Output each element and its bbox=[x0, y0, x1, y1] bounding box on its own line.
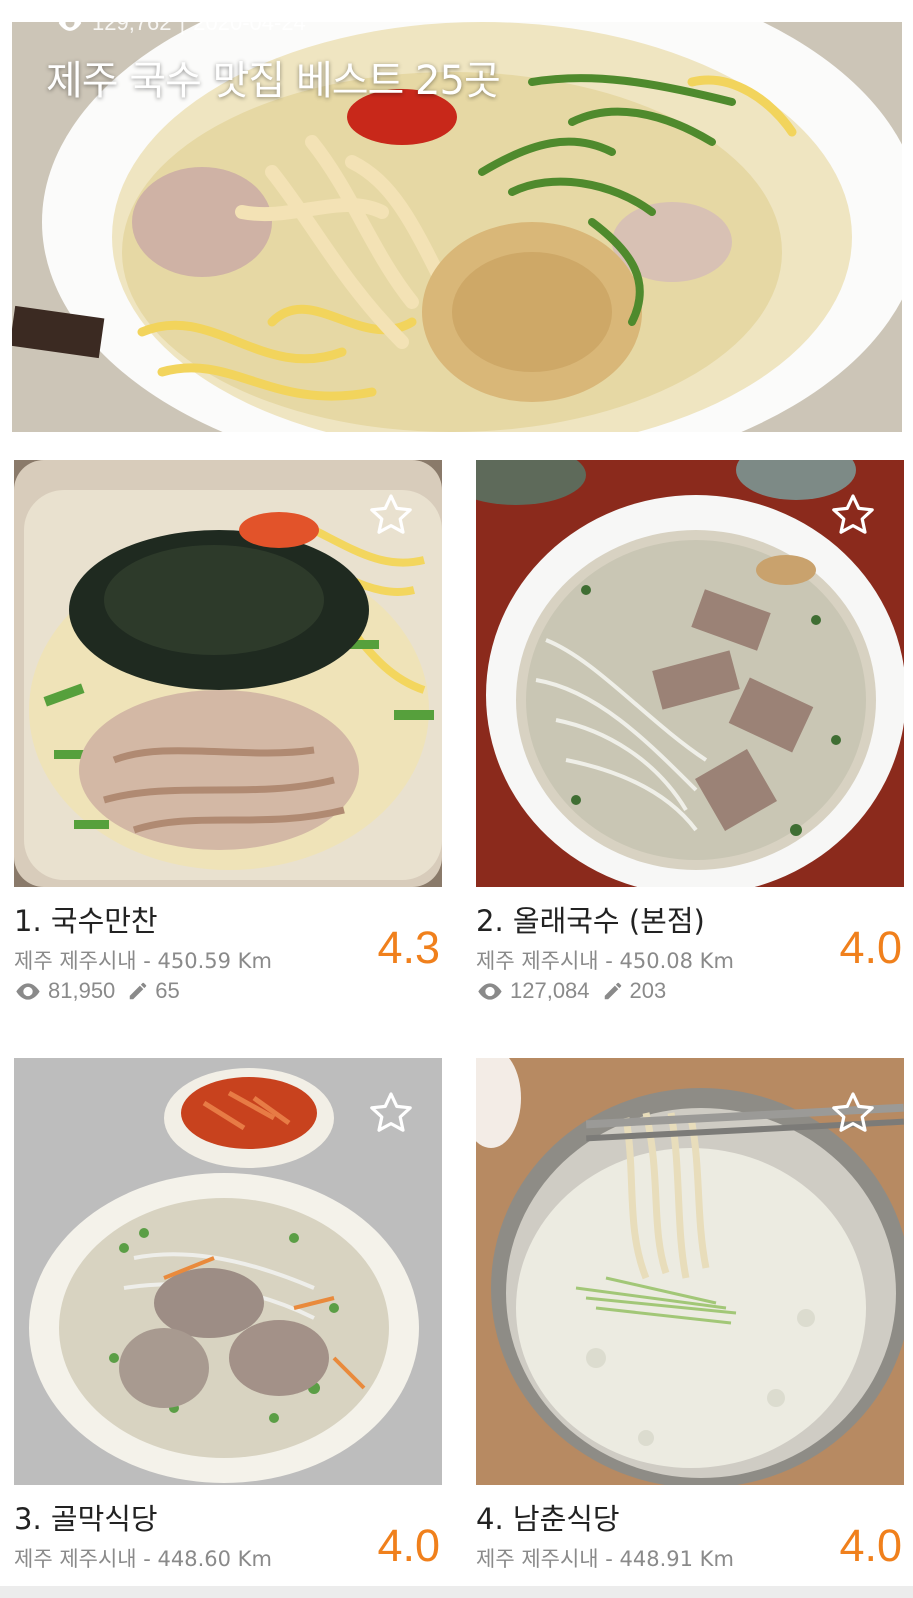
restaurant-card-2[interactable]: 2. 올래국수 (본점) 제주 제주시내 - 450.08 Km 127,084… bbox=[476, 460, 904, 1003]
restaurant-location: 제주 제주시내 - 450.08 Km bbox=[476, 949, 734, 973]
hero-date: 2020-04-24 bbox=[193, 22, 306, 35]
hero-banner[interactable]: 129,762 | 2020-04-24 제주 국수 맛집 베스트 25곳 bbox=[12, 22, 902, 432]
review-count: 65 bbox=[155, 978, 180, 1003]
hero-meta: 129,762 | 2020-04-24 bbox=[56, 22, 306, 36]
favorite-button[interactable] bbox=[828, 1088, 878, 1138]
hero-meta-separator: | bbox=[179, 22, 186, 35]
eye-icon bbox=[58, 22, 82, 31]
favorite-button[interactable] bbox=[828, 490, 878, 540]
star-outline-icon bbox=[832, 1092, 874, 1132]
restaurant-name[interactable]: 4. 남춘식당 bbox=[476, 1496, 620, 1538]
restaurant-name[interactable]: 3. 골막식당 bbox=[14, 1496, 158, 1538]
restaurant-location: 제주 제주시내 - 448.91 Km bbox=[476, 1547, 734, 1571]
star-outline-icon bbox=[370, 1092, 412, 1132]
favorite-button[interactable] bbox=[366, 1088, 416, 1138]
pencil-icon bbox=[130, 982, 147, 1000]
pencil-icon bbox=[604, 982, 621, 1000]
restaurant-photo[interactable] bbox=[476, 460, 904, 887]
review-count: 203 bbox=[629, 978, 667, 1003]
restaurant-card-4[interactable]: 4. 남춘식당 제주 제주시내 - 448.91 Km 4.0 bbox=[476, 1058, 904, 1571]
restaurant-card-3[interactable]: 3. 골막식당 제주 제주시내 - 448.60 Km 4.0 bbox=[14, 1058, 442, 1571]
restaurant-location: 제주 제주시내 - 450.59 Km bbox=[14, 949, 272, 973]
favorite-button[interactable] bbox=[366, 490, 416, 540]
rating-score: 4.0 bbox=[839, 922, 902, 973]
bottom-edge bbox=[0, 1586, 913, 1598]
restaurant-photo[interactable] bbox=[476, 1058, 904, 1485]
restaurant-stats: 81,950 65 bbox=[14, 978, 180, 1004]
restaurant-card-1[interactable]: 1. 국수만찬 제주 제주시내 - 450.59 Km 81,950 65 4.… bbox=[14, 460, 442, 1003]
restaurant-stats: 127,084 203 bbox=[476, 978, 666, 1004]
rating-score: 4.3 bbox=[377, 922, 440, 973]
view-count: 81,950 bbox=[48, 978, 116, 1003]
eye-icon bbox=[16, 982, 40, 1000]
restaurant-location: 제주 제주시내 - 448.60 Km bbox=[14, 1547, 272, 1571]
star-outline-icon bbox=[370, 494, 412, 534]
eye-icon bbox=[478, 982, 502, 1000]
restaurant-name[interactable]: 2. 올래국수 (본점) bbox=[476, 898, 705, 940]
view-count: 127,084 bbox=[510, 978, 590, 1003]
restaurant-photo[interactable] bbox=[14, 1058, 442, 1485]
rating-score: 4.0 bbox=[377, 1520, 440, 1571]
rating-score: 4.0 bbox=[839, 1520, 902, 1571]
hero-views: 129,762 bbox=[92, 22, 172, 35]
star-outline-icon bbox=[832, 494, 874, 534]
page-title: 제주 국수 맛집 베스트 25곳 bbox=[46, 58, 501, 104]
restaurant-photo[interactable] bbox=[14, 460, 442, 887]
restaurant-name[interactable]: 1. 국수만찬 bbox=[14, 898, 158, 940]
